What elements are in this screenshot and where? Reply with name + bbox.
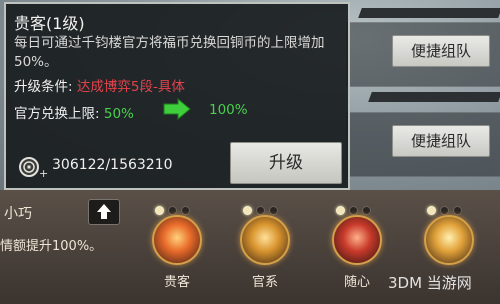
level-dot	[256, 206, 265, 215]
level-dot	[336, 206, 345, 215]
limit-label: 官方兑换上限:	[14, 106, 100, 122]
condition-value: 达成博弈5段-具体	[76, 79, 185, 95]
skill-guest-icon[interactable]	[152, 215, 202, 265]
bonus-text: 情额提升100%。	[0, 239, 103, 254]
up-arrow-icon	[97, 204, 111, 219]
level-dot	[349, 206, 358, 215]
skill-label: 官系	[251, 275, 278, 290]
level-dot	[168, 206, 177, 215]
tooltip-description: 每日可通过千钧楼官方将福币兑换回铜币的上限增加50%。	[14, 35, 325, 70]
watermark: 3DM 当游网	[388, 274, 472, 292]
level-dot	[453, 206, 462, 215]
level-dot	[440, 206, 449, 215]
background-roof	[368, 92, 500, 102]
quick-team-button[interactable]: 便捷组队	[392, 125, 490, 157]
green-arrow-right-icon	[163, 98, 191, 120]
skill-fourth-icon[interactable]	[424, 215, 474, 265]
exchange-limit: 官方兑换上限: 50% 100%	[14, 102, 248, 122]
upgrade-condition: 升级条件: 达成博弈5段-具体	[14, 75, 185, 95]
svg-text:+: +	[39, 167, 48, 179]
coin-icon: +	[19, 157, 48, 179]
level-dot	[427, 206, 436, 215]
skill-label: 随心	[343, 275, 370, 290]
background-roof	[358, 8, 500, 18]
quick-team-button[interactable]: 便捷组队	[392, 35, 490, 67]
tooltip-title: 贵客(1级)	[14, 14, 85, 33]
skill-label: 贵客	[163, 275, 190, 290]
skill-casual-icon[interactable]	[332, 215, 382, 265]
coin-count: 306122/1563210	[52, 157, 173, 173]
level-dot	[181, 206, 190, 215]
limit-to: 100%	[209, 102, 248, 118]
share-button[interactable]	[88, 199, 120, 225]
level-dot	[362, 206, 371, 215]
level-dot	[269, 206, 278, 215]
level-dot	[155, 206, 164, 215]
upgrade-button[interactable]: 升级	[230, 142, 342, 184]
skill-official-icon[interactable]	[240, 215, 290, 265]
skill-tooltip: 贵客(1级) 每日可通过千钧楼官方将福币兑换回铜币的上限增加50%。 升级条件:…	[4, 2, 350, 190]
level-dot	[243, 206, 252, 215]
player-name: 小巧	[4, 206, 32, 222]
limit-from: 50%	[103, 106, 134, 122]
condition-label: 升级条件:	[14, 79, 73, 95]
